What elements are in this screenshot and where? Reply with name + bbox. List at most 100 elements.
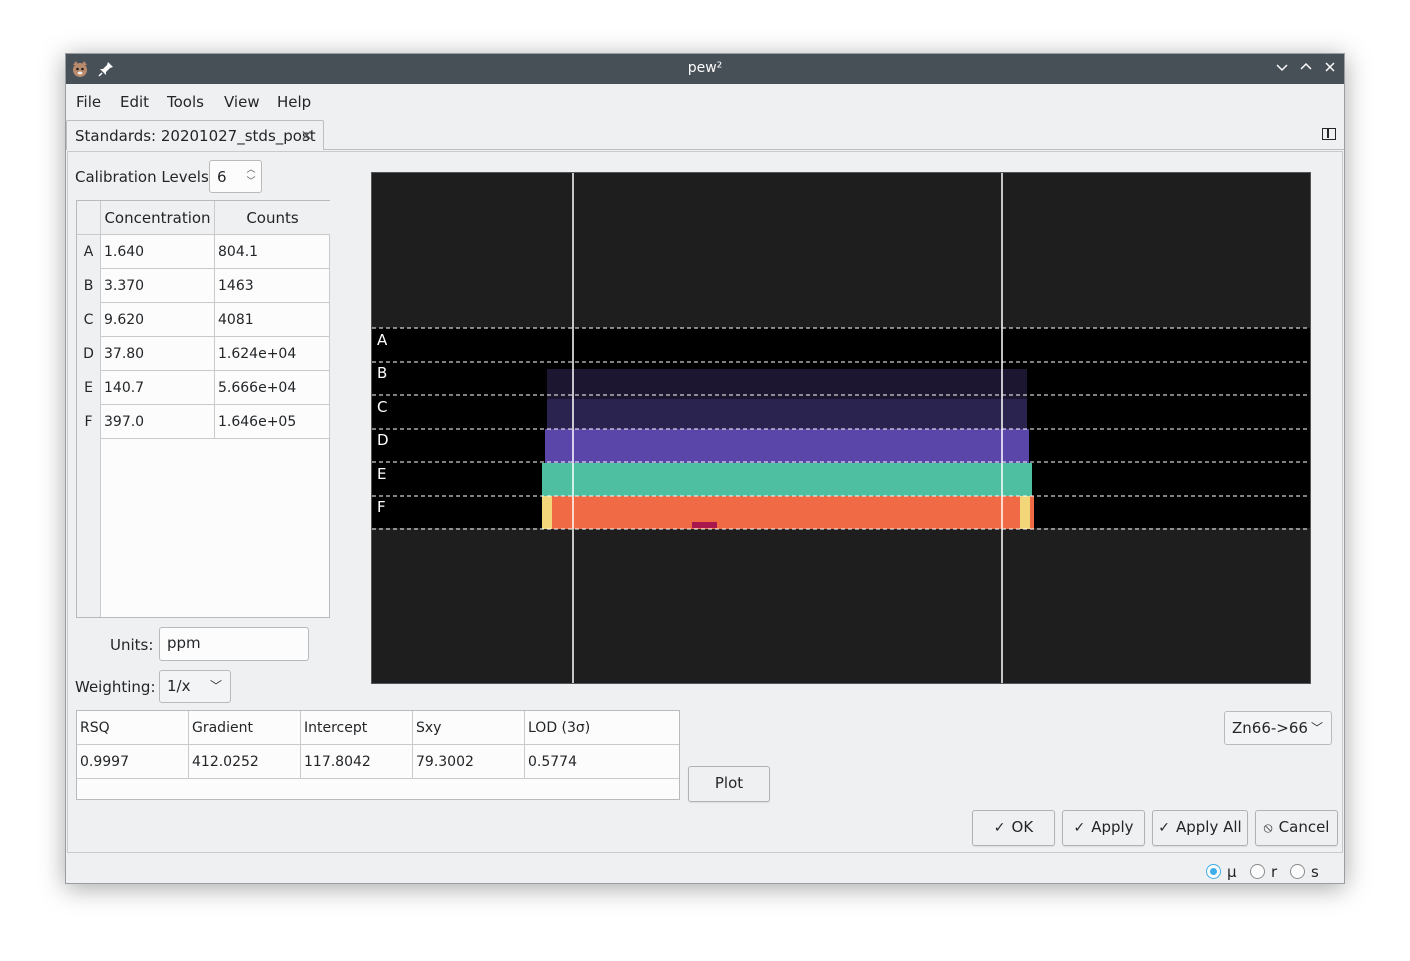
results-header-gradient: Gradient (189, 711, 301, 745)
cancel-label: Cancel (1278, 818, 1330, 836)
results-value-lod[interactable]: 0.5774 (525, 745, 679, 779)
cell-concentration[interactable]: 140.7 (101, 371, 215, 405)
cell-counts[interactable]: 1.646e+05 (215, 405, 330, 439)
chevron-up-icon (1300, 62, 1312, 70)
close-window-button[interactable] (1319, 58, 1341, 80)
row-header-filler (77, 439, 101, 617)
cell-concentration[interactable]: 397.0 (101, 405, 215, 439)
plot-button[interactable]: Plot (688, 766, 770, 802)
standards-table: Concentration Counts A 1.640 804.1 B 3.3… (76, 200, 330, 618)
cell-counts[interactable]: 1.624e+04 (215, 337, 330, 371)
check-icon: ✓ (1073, 820, 1086, 836)
split-view-icon[interactable] (1322, 128, 1336, 140)
apply-all-label: Apply All (1176, 818, 1242, 836)
standards-image-plot[interactable]: A B C D E F (371, 172, 1311, 684)
cell-counts[interactable]: 4081 (215, 303, 330, 337)
chevron-down-icon: ﹀ (1310, 721, 1323, 735)
level-label-a: A (377, 331, 388, 349)
tab-label: Standards: 20201027_stds_post (75, 127, 316, 145)
main-window: pew² File Edit Tools View Help Standards… (65, 53, 1345, 884)
results-header-intercept: Intercept (301, 711, 413, 745)
level-label-f: F (377, 498, 386, 516)
radio-selected-icon (1206, 864, 1221, 879)
radio-r[interactable]: r (1250, 863, 1277, 881)
menu-bar: File Edit Tools View Help (66, 84, 1344, 118)
isotope-select[interactable]: Zn66->66 ﹀ (1224, 711, 1332, 745)
results-table: RSQ Gradient Intercept Sxy LOD (3σ) 0.99… (76, 710, 680, 800)
results-value-rsq[interactable]: 0.9997 (77, 745, 189, 779)
weighting-select[interactable]: 1/x ﹀ (159, 670, 231, 703)
ok-button[interactable]: ✓ OK (972, 810, 1055, 846)
cell-counts[interactable]: 5.666e+04 (215, 371, 330, 405)
cell-concentration[interactable]: 1.640 (101, 235, 215, 269)
maximize-button[interactable] (1295, 58, 1317, 80)
cancel-icon: ⦸ (1263, 820, 1273, 836)
band-d (545, 429, 1029, 463)
radio-unselected-icon (1250, 864, 1265, 879)
calibration-levels-label: Calibration Levels: (75, 168, 214, 186)
results-header-sxy: Sxy (413, 711, 525, 745)
level-label-c: C (377, 398, 387, 416)
results-value-intercept[interactable]: 117.8042 (301, 745, 413, 779)
radio-unselected-icon (1290, 864, 1305, 879)
spin-down-icon[interactable]: ﹀ (245, 177, 257, 187)
radio-s-label: s (1311, 863, 1319, 881)
apply-button[interactable]: ✓ Apply (1062, 810, 1145, 846)
plot-canvas: A B C D E F (372, 173, 1310, 683)
calibration-levels-spinbox[interactable]: 6 ︿ ﹀ (209, 160, 262, 193)
plot-button-label: Plot (714, 774, 744, 792)
cell-concentration[interactable]: 37.80 (101, 337, 215, 371)
results-header-lod: LOD (3σ) (525, 711, 679, 745)
radio-s[interactable]: s (1290, 863, 1319, 881)
units-label: Units: (110, 636, 154, 654)
menu-help[interactable]: Help (277, 93, 311, 111)
cell-counts[interactable]: 804.1 (215, 235, 330, 269)
radio-mu-label: μ (1227, 863, 1237, 881)
row-header-b[interactable]: B (77, 269, 101, 303)
results-value-sxy[interactable]: 79.3002 (413, 745, 525, 779)
band-f-hotspot (692, 522, 717, 528)
isotope-value: Zn66->66 (1232, 719, 1308, 737)
results-header-rsq: RSQ (77, 711, 189, 745)
menu-view[interactable]: View (224, 93, 260, 111)
standards-panel: Calibration Levels: 6 ︿ ﹀ Concentration … (67, 151, 1343, 853)
minimize-button[interactable] (1271, 58, 1293, 80)
column-header-counts[interactable]: Counts (215, 201, 330, 235)
cell-concentration[interactable]: 3.370 (101, 269, 215, 303)
level-label-e: E (377, 465, 386, 483)
tab-standards[interactable]: Standards: 20201027_stds_post × (66, 120, 324, 150)
menu-tools[interactable]: Tools (167, 93, 204, 111)
cell-concentration[interactable]: 9.620 (101, 303, 215, 337)
row-header-c[interactable]: C (77, 303, 101, 337)
row-header-e[interactable]: E (77, 371, 101, 405)
cell-counts[interactable]: 1463 (215, 269, 330, 303)
table-corner (77, 201, 101, 235)
column-header-concentration[interactable]: Concentration (101, 201, 215, 235)
radio-mu[interactable]: μ (1206, 863, 1237, 881)
level-label-b: B (377, 364, 387, 382)
check-icon: ✓ (993, 820, 1006, 836)
weighting-value: 1/x (167, 677, 191, 695)
band-f-right-edge (1020, 496, 1030, 529)
apply-all-button[interactable]: ✓ Apply All (1152, 810, 1248, 846)
cancel-button[interactable]: ⦸ Cancel (1255, 810, 1338, 846)
chevron-down-icon (1276, 64, 1288, 72)
weighting-label: Weighting: (75, 678, 156, 696)
close-icon (1325, 62, 1335, 72)
level-label-d: D (377, 431, 389, 449)
band-f-left-edge (542, 496, 552, 529)
apply-label: Apply (1091, 818, 1134, 836)
units-input[interactable]: ppm (159, 627, 309, 661)
row-header-d[interactable]: D (77, 337, 101, 371)
spin-up-icon[interactable]: ︿ (245, 165, 257, 175)
radio-r-label: r (1271, 863, 1278, 881)
menu-edit[interactable]: Edit (120, 93, 149, 111)
row-header-a[interactable]: A (77, 235, 101, 269)
ok-label: OK (1011, 818, 1034, 836)
tab-close-icon[interactable]: × (300, 126, 313, 144)
tab-bar: Standards: 20201027_stds_post × (66, 118, 1344, 150)
row-header-f[interactable]: F (77, 405, 101, 439)
results-value-gradient[interactable]: 412.0252 (189, 745, 301, 779)
check-icon: ✓ (1158, 820, 1170, 836)
menu-file[interactable]: File (76, 93, 101, 111)
